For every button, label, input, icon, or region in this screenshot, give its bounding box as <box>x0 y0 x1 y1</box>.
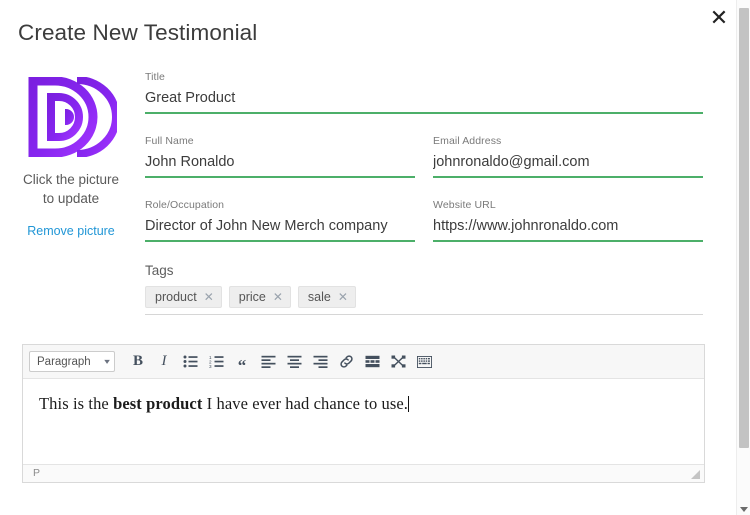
email-underline <box>433 176 703 178</box>
tag-label: price <box>238 290 266 304</box>
title-underline <box>145 112 703 114</box>
editor-status-bar: P <box>23 464 704 482</box>
scrollbar-thumb[interactable] <box>739 8 749 448</box>
bold-icon[interactable]: B <box>125 349 151 375</box>
fullscreen-icon[interactable] <box>385 349 411 375</box>
website-label: Website URL <box>433 199 496 211</box>
full-name-underline <box>145 176 415 178</box>
numbered-list-icon[interactable]: 1 2 3 <box>203 349 229 375</box>
editor-toolbar: Paragraph ▾ B I 1 2 3 “ <box>23 345 704 379</box>
profile-picture[interactable] <box>16 72 126 162</box>
chevron-down-icon: ▾ <box>104 357 110 366</box>
create-testimonial-dialog: ✕ Create New Testimonial Click the pictu… <box>0 0 750 515</box>
full-name-input[interactable]: John Ronaldo <box>145 148 415 176</box>
picture-column: Click the picture to update Remove pictu… <box>16 72 126 238</box>
title-field-group: Title Great Product <box>145 70 703 114</box>
tag-label: product <box>155 290 197 304</box>
email-field-group: Email Address johnronaldo@gmail.com <box>433 134 703 178</box>
role-underline <box>145 240 415 242</box>
format-select-value: Paragraph <box>37 355 91 368</box>
close-icon[interactable]: ✕ <box>704 3 734 33</box>
tags-label: Tags <box>145 263 174 278</box>
blockquote-icon[interactable]: “ <box>229 349 255 375</box>
bullet-list-icon[interactable] <box>177 349 203 375</box>
tag-chip[interactable]: sale ✕ <box>297 286 356 308</box>
testimonial-form: Title Great Product Full Name John Ronal… <box>145 70 703 315</box>
remove-picture-button[interactable]: Remove picture <box>16 224 126 238</box>
editor-content-area[interactable]: This is the best product I have ever had… <box>23 379 704 464</box>
text-cursor <box>408 396 410 412</box>
vertical-scrollbar[interactable] <box>736 0 750 515</box>
email-input[interactable]: johnronaldo@gmail.com <box>433 148 703 176</box>
email-label: Email Address <box>433 135 502 147</box>
role-website-row: Role/Occupation Director of John New Mer… <box>145 198 703 242</box>
role-label: Role/Occupation <box>145 199 225 211</box>
role-input[interactable]: Director of John New Merch company <box>145 212 415 240</box>
tag-chip[interactable]: price ✕ <box>228 286 291 308</box>
name-email-row: Full Name John Ronaldo Email Address joh… <box>145 134 703 178</box>
format-select[interactable]: Paragraph ▾ <box>29 351 115 372</box>
resize-handle-icon[interactable] <box>690 469 701 480</box>
tags-list: product ✕ price ✕ sale ✕ <box>145 286 703 314</box>
italic-icon[interactable]: I <box>151 349 177 375</box>
tag-remove-icon[interactable]: ✕ <box>338 291 348 303</box>
editor-text-before: This is the <box>39 394 114 413</box>
title-label: Title <box>145 71 165 83</box>
link-icon[interactable] <box>333 349 359 375</box>
tag-label: sale <box>307 290 331 304</box>
stylized-letter-d-logo-icon <box>28 77 117 157</box>
source-code-icon[interactable] <box>411 349 437 375</box>
tag-remove-icon[interactable]: ✕ <box>273 291 283 303</box>
tags-underline <box>145 314 703 315</box>
align-left-icon[interactable] <box>255 349 281 375</box>
table-icon[interactable] <box>359 349 385 375</box>
picture-caption: Click the picture to update <box>22 172 120 206</box>
editor-text-bold: best product <box>113 394 203 413</box>
tag-remove-icon[interactable]: ✕ <box>204 291 214 303</box>
align-right-icon[interactable] <box>307 349 333 375</box>
website-input[interactable]: https://www.johnronaldo.com <box>433 212 703 240</box>
website-field-group: Website URL https://www.johnronaldo.com <box>433 198 703 242</box>
editor-element-path: P <box>33 467 41 479</box>
full-name-label: Full Name <box>145 135 194 147</box>
tag-chip[interactable]: product ✕ <box>145 286 222 308</box>
svg-text:3: 3 <box>209 364 212 368</box>
page-title: Create New Testimonial <box>18 20 258 45</box>
align-center-icon[interactable] <box>281 349 307 375</box>
rich-text-editor: Paragraph ▾ B I 1 2 3 “ This is the best… <box>22 344 705 483</box>
tags-section: Tags product ✕ price ✕ sale ✕ <box>145 262 703 315</box>
scroll-down-arrow-icon[interactable] <box>740 507 748 512</box>
role-field-group: Role/Occupation Director of John New Mer… <box>145 198 415 242</box>
title-input[interactable]: Great Product <box>145 84 703 112</box>
full-name-field-group: Full Name John Ronaldo <box>145 134 415 178</box>
website-underline <box>433 240 703 242</box>
editor-paragraph: This is the best product I have ever had… <box>39 393 688 415</box>
editor-text-after: I have ever had chance to use. <box>202 394 409 413</box>
